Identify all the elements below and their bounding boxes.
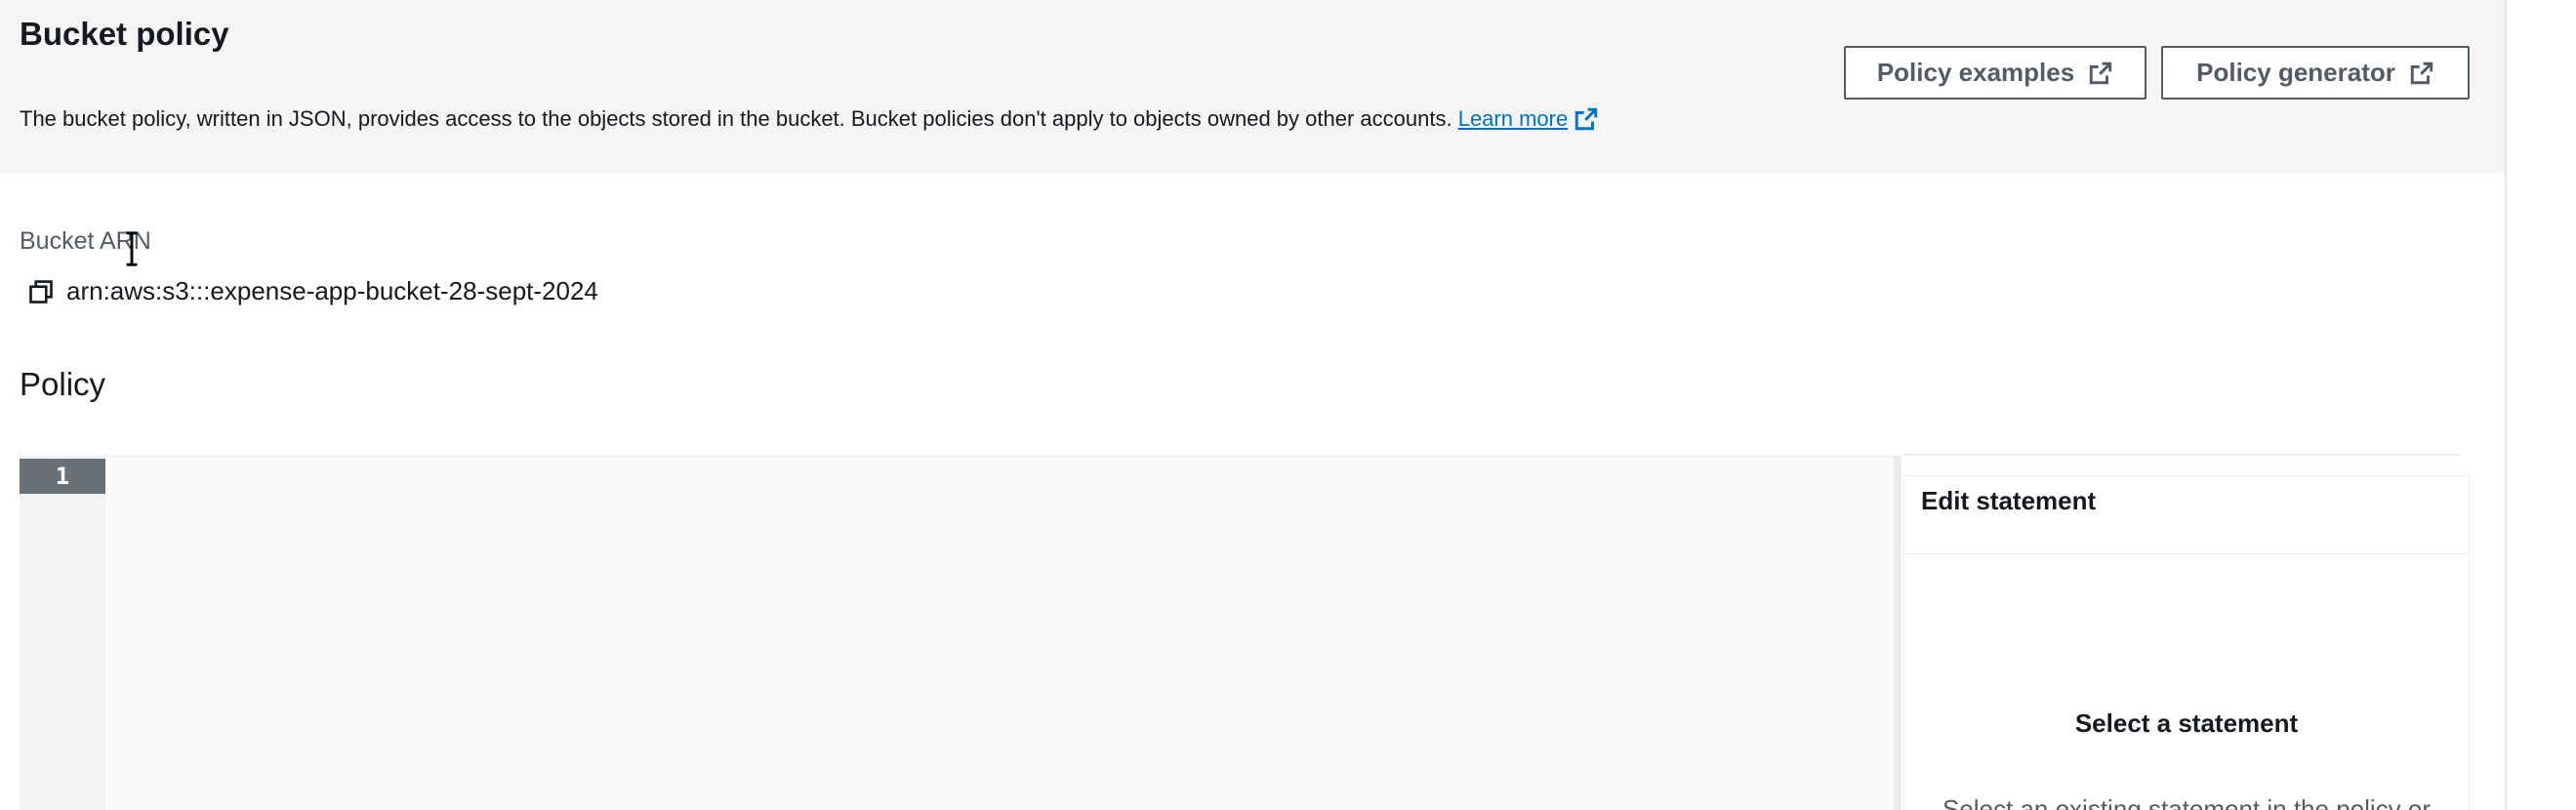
- external-link-icon: [1575, 107, 1598, 131]
- edit-statement-title: Edit statement: [1921, 486, 2097, 515]
- select-statement-description: Select an existing statement in the poli…: [1942, 794, 2432, 810]
- policy-generator-button[interactable]: Policy generator: [2161, 46, 2470, 100]
- policy-code-area[interactable]: [105, 457, 1894, 810]
- copy-icon[interactable]: [27, 278, 55, 305]
- description-text: The bucket policy, written in JSON, prov…: [20, 106, 1452, 131]
- policy-editor: 1: [20, 456, 1894, 810]
- page-title: Bucket policy: [20, 16, 229, 52]
- policy-examples-button[interactable]: Policy examples: [1844, 46, 2147, 100]
- page: Bucket policy The bucket policy, written…: [0, 0, 2576, 810]
- line-number-gutter: 1: [20, 457, 105, 810]
- policy-label: Policy: [20, 366, 106, 402]
- panel-divider: [1903, 454, 2460, 456]
- text-cursor-icon: [126, 231, 138, 266]
- policy-description: The bucket policy, written in JSON, prov…: [20, 106, 1599, 132]
- panel-resizer[interactable]: [1894, 456, 1901, 810]
- select-statement-heading: Select a statement: [2074, 709, 2299, 738]
- external-link-icon: [2089, 61, 2112, 84]
- learn-more-label: Learn more: [1457, 106, 1569, 131]
- policy-generator-label: Policy generator: [2196, 58, 2395, 87]
- line-number: 1: [20, 459, 105, 494]
- external-link-icon: [2410, 61, 2433, 84]
- policy-examples-label: Policy examples: [1876, 58, 2075, 87]
- panel-header: Edit statement: [1904, 476, 2469, 554]
- edit-statement-panel: Edit statement Select a statement Select…: [1903, 475, 2470, 810]
- bucket-arn-row: arn:aws:s3:::expense-app-bucket-28-sept-…: [27, 276, 598, 306]
- learn-more-link[interactable]: Learn more: [1458, 106, 1600, 131]
- bucket-arn-value: arn:aws:s3:::expense-app-bucket-28-sept-…: [66, 276, 598, 305]
- right-gutter: [2507, 0, 2576, 810]
